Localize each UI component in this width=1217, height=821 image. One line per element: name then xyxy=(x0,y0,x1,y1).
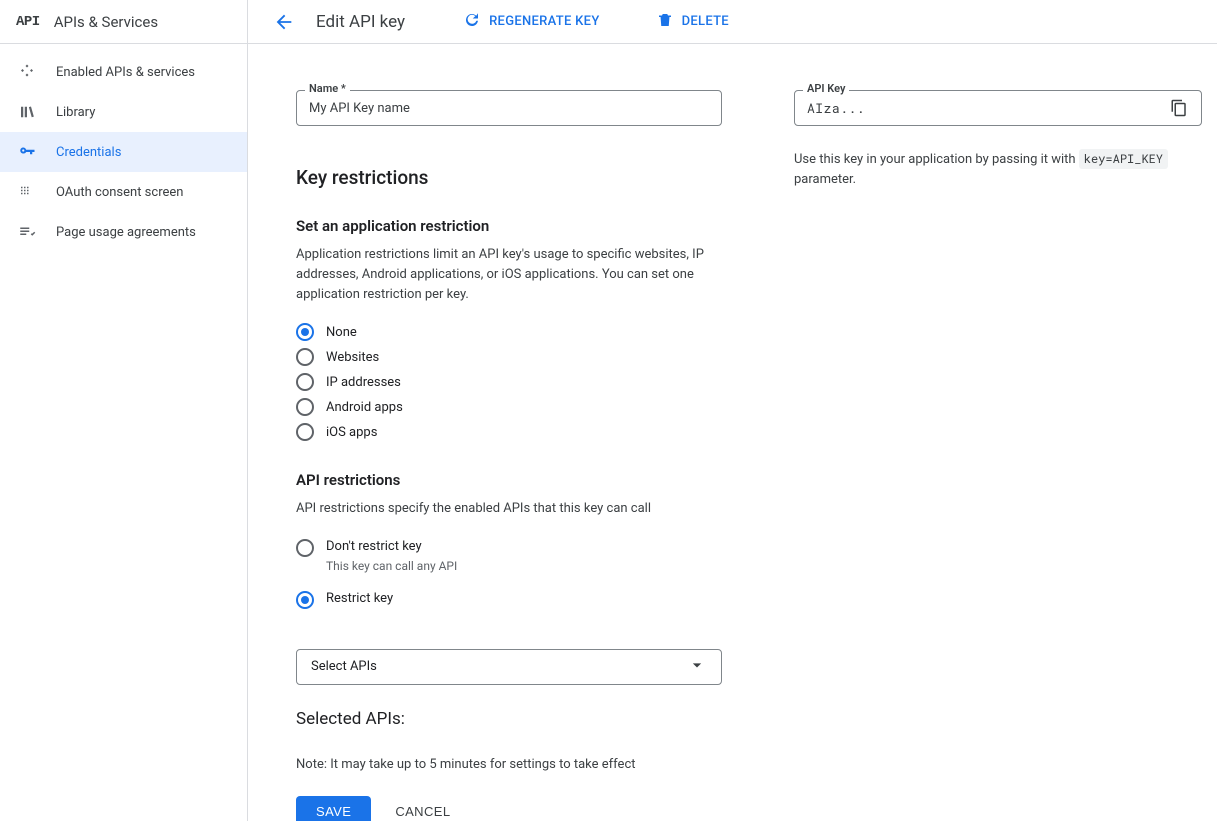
name-input[interactable] xyxy=(309,101,709,116)
help-code: key=API_KEY xyxy=(1079,149,1168,169)
radio-ip-addresses[interactable]: IP addresses xyxy=(296,373,722,391)
copy-button[interactable] xyxy=(1169,98,1189,118)
select-placeholder: Select APIs xyxy=(311,659,377,674)
app-restriction-desc: Application restrictions limit an API ke… xyxy=(296,245,706,305)
help-prefix: Use this key in your application by pass… xyxy=(794,152,1079,167)
api-key-field: API Key AIza... xyxy=(794,90,1202,126)
sidebar-item-label: Library xyxy=(56,105,95,120)
radio-label: Android apps xyxy=(326,400,403,415)
api-restriction-desc: API restrictions specify the enabled API… xyxy=(296,499,706,519)
api-restriction-radio-group: Don't restrict key This key can call any… xyxy=(296,538,722,619)
nav-list: Enabled APIs & services Library Credenti… xyxy=(0,44,247,252)
radio-dont-restrict[interactable]: Don't restrict key xyxy=(296,538,722,557)
radio-icon xyxy=(296,398,314,416)
sidebar: API APIs & Services Enabled APIs & servi… xyxy=(0,0,248,821)
radio-icon xyxy=(296,348,314,366)
radio-icon xyxy=(296,423,314,441)
app-restriction-radio-group: None Websites IP addresses Android apps xyxy=(296,323,722,441)
sidebar-item-page-usage[interactable]: Page usage agreements xyxy=(0,212,247,252)
library-icon xyxy=(18,103,36,121)
hub-icon xyxy=(18,63,36,81)
sidebar-item-label: OAuth consent screen xyxy=(56,185,183,200)
consent-icon xyxy=(18,183,36,201)
key-icon xyxy=(18,143,36,161)
radio-icon xyxy=(296,373,314,391)
sidebar-item-enabled-apis[interactable]: Enabled APIs & services xyxy=(0,52,247,92)
cancel-button[interactable]: Cancel xyxy=(395,804,450,819)
select-apis-dropdown[interactable]: Select APIs xyxy=(296,649,722,685)
sidebar-item-label: Credentials xyxy=(56,145,121,160)
name-field[interactable]: Name * xyxy=(296,90,722,126)
radio-websites[interactable]: Websites xyxy=(296,348,722,366)
sidebar-item-library[interactable]: Library xyxy=(0,92,247,132)
agreement-icon xyxy=(18,223,36,241)
help-suffix: parameter. xyxy=(794,172,856,187)
radio-label: Don't restrict key xyxy=(326,539,422,554)
name-field-label: Name * xyxy=(305,82,350,95)
radio-restrict-key[interactable]: Restrict key xyxy=(296,590,722,609)
trash-icon xyxy=(656,11,674,33)
topbar: Edit API key Regenerate key Delete xyxy=(248,0,1217,44)
col-left: Name * Key restrictions Set an applicati… xyxy=(296,90,722,781)
radio-label: None xyxy=(326,325,357,340)
save-button[interactable]: Save xyxy=(296,796,371,821)
caret-down-icon xyxy=(687,655,707,679)
radio-label: Websites xyxy=(326,350,379,365)
regenerate-key-button[interactable]: Regenerate key xyxy=(455,5,608,39)
api-key-value: AIza... xyxy=(807,99,1169,117)
radio-label: Restrict key xyxy=(326,591,393,606)
radio-icon xyxy=(296,591,314,609)
radio-icon xyxy=(296,539,314,557)
radio-sublabel: This key can call any API xyxy=(326,559,722,573)
delete-button[interactable]: Delete xyxy=(648,5,737,39)
selected-apis-heading: Selected APIs: xyxy=(296,709,722,729)
col-right: API Key AIza... Use this key in your app… xyxy=(794,90,1202,781)
key-restrictions-heading: Key restrictions xyxy=(296,166,722,189)
radio-icon xyxy=(296,323,314,341)
button-row: Save Cancel xyxy=(296,796,722,821)
radio-android-apps[interactable]: Android apps xyxy=(296,398,722,416)
copy-icon xyxy=(1170,99,1188,117)
settings-note: Note: It may take up to 5 minutes for se… xyxy=(296,757,722,772)
back-button[interactable] xyxy=(272,10,296,34)
radio-label: IP addresses xyxy=(326,375,401,390)
api-key-help: Use this key in your application by pass… xyxy=(794,150,1202,189)
radio-label: iOS apps xyxy=(326,425,377,440)
sidebar-header: API APIs & Services xyxy=(0,0,247,44)
sidebar-item-oauth-consent[interactable]: OAuth consent screen xyxy=(0,172,247,212)
api-key-label: API Key xyxy=(803,82,849,95)
sidebar-item-label: Enabled APIs & services xyxy=(56,65,195,80)
content: Name * Key restrictions Set an applicati… xyxy=(248,44,1217,821)
page-title: Edit API key xyxy=(316,12,405,32)
main: Edit API key Regenerate key Delete Name … xyxy=(248,0,1217,821)
sidebar-item-label: Page usage agreements xyxy=(56,225,196,240)
radio-ios-apps[interactable]: iOS apps xyxy=(296,423,722,441)
api-restriction-heading: API restrictions xyxy=(296,471,722,489)
app-restriction-heading: Set an application restriction xyxy=(296,217,722,235)
api-logo-icon: API xyxy=(16,14,40,30)
delete-label: Delete xyxy=(682,14,729,29)
radio-none[interactable]: None xyxy=(296,323,722,341)
regenerate-label: Regenerate key xyxy=(489,14,600,29)
sidebar-item-credentials[interactable]: Credentials xyxy=(0,132,247,172)
refresh-icon xyxy=(463,11,481,33)
product-title: APIs & Services xyxy=(54,13,158,31)
